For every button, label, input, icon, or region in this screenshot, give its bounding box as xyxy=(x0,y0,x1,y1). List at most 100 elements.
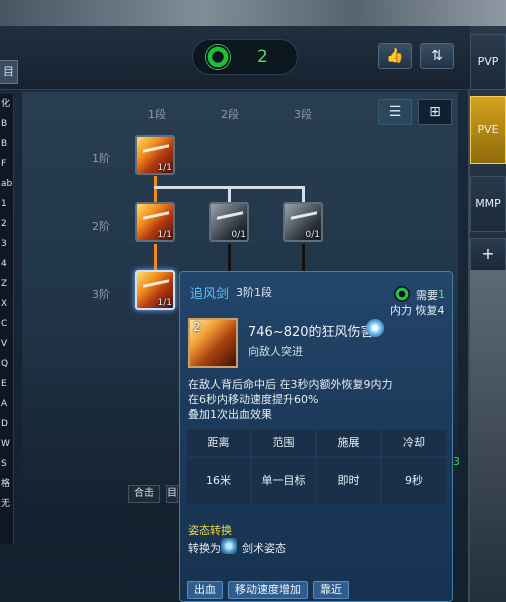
skill-tooltip: 追风剑 3阶1段 需要 1 内力 恢复4 2 746~820的狂风伤害 向敌人突… xyxy=(179,271,453,602)
node-count: 1/1 xyxy=(157,298,172,308)
skill-description: 在敌人背后命中后 在3秒内额外恢复9内力 在6秒内移动速度提升60% 叠加1次出… xyxy=(188,377,393,422)
requirement-label: 需要 xyxy=(416,289,438,302)
keybind-item[interactable]: B xyxy=(0,114,13,134)
keybind-item[interactable]: E xyxy=(0,374,13,394)
keybind-item[interactable]: X xyxy=(0,294,13,314)
column-header-1: 1段 xyxy=(148,108,166,121)
panel-header: 目 2 👍 ⇅ xyxy=(0,26,470,90)
stat-value: 即时 xyxy=(317,458,380,504)
right-scene xyxy=(470,270,506,602)
tab-pvp-label: PVP xyxy=(477,55,499,68)
connector xyxy=(302,244,305,272)
keybind-item[interactable]: Z xyxy=(0,274,13,294)
connector xyxy=(228,244,231,272)
stat-value: 9秒 xyxy=(382,458,446,504)
left-tab-button[interactable]: 目 xyxy=(0,60,18,84)
skill-name: 追风剑 xyxy=(190,287,230,302)
keybind-item[interactable]: Q xyxy=(0,354,13,374)
bottom-button[interactable]: 目 xyxy=(166,485,178,503)
stance-value: 剑术姿态 xyxy=(242,542,286,555)
keybind-item[interactable]: A xyxy=(0,394,13,414)
tab-pve[interactable]: PVE xyxy=(470,96,506,164)
keybind-item[interactable]: 1 xyxy=(0,194,13,214)
node-count: 1/1 xyxy=(157,163,172,173)
stat-header: 施展 xyxy=(317,430,380,456)
keybind-item[interactable]: F xyxy=(0,154,13,174)
row-header-1: 1阶 xyxy=(92,152,110,165)
node-count: 0/1 xyxy=(231,230,246,240)
skill-node-1-1[interactable]: 1/1 xyxy=(135,135,175,175)
blade-icon xyxy=(291,211,317,231)
like-button[interactable]: 👍 xyxy=(378,43,412,69)
skill-node-3-1[interactable]: 1/1 xyxy=(135,270,175,310)
game-screen: 目 2 👍 ⇅ 化 B B Fab 1 2 3 4 Z X C V Q E A D W S 格无 1段 2段 3段 … xyxy=(0,0,506,602)
keybind-list: 化 B B Fab 1 2 3 4 Z X C V Q E A D W S 格无 xyxy=(0,94,14,544)
tab-mmp[interactable]: MMP xyxy=(470,176,506,232)
skill-node-2-3[interactable]: 0/1 xyxy=(283,202,323,242)
keybind-item[interactable]: 格 xyxy=(0,474,13,494)
keybind-item[interactable]: C xyxy=(0,314,13,334)
sort-button[interactable]: ⇅ xyxy=(420,43,454,69)
keybind-item[interactable]: ab xyxy=(0,174,13,194)
keybind-item[interactable]: 化 xyxy=(0,94,13,114)
stat-value: 单一目标 xyxy=(252,458,315,504)
column-header-3: 3段 xyxy=(294,108,312,121)
keybind-item[interactable]: 4 xyxy=(0,254,13,274)
requirement-value: 1 xyxy=(438,288,445,301)
stat-header: 冷却 xyxy=(382,430,446,456)
skill-icon-number: 2 xyxy=(193,320,201,334)
wind-element-icon xyxy=(366,319,384,337)
skill-node-2-2[interactable]: 0/1 xyxy=(209,202,249,242)
column-header-2: 2段 xyxy=(221,108,239,121)
stance-prefix: 转换为 xyxy=(188,542,221,555)
skill-damage: 746~820的狂风伤害 xyxy=(248,325,374,340)
tab-pve-label: PVE xyxy=(477,123,499,136)
stat-header: 距离 xyxy=(187,430,250,456)
keybind-item[interactable]: W xyxy=(0,434,13,454)
connector xyxy=(154,244,157,270)
tag-move-speed[interactable]: 移动速度增加 xyxy=(228,581,308,599)
requirement-icon xyxy=(394,286,410,302)
desc-line: 在敌人背后命中后 在3秒内额外恢复9内力 xyxy=(188,378,393,391)
tab-mmp-label: MMP xyxy=(475,197,501,210)
keybind-item[interactable]: B xyxy=(0,134,13,154)
skill-point-icon xyxy=(205,44,231,70)
row-header-3: 3阶 xyxy=(92,288,110,301)
tab-pvp[interactable]: PVP xyxy=(470,34,506,90)
desc-line: 在6秒内移动速度提升60% xyxy=(188,393,319,406)
node-count: 0/1 xyxy=(305,230,320,240)
tag-bleed[interactable]: 出血 xyxy=(187,581,223,599)
blade-icon xyxy=(217,211,243,231)
skill-point-value: 2 xyxy=(257,47,268,67)
grid-view-button[interactable]: ⊞ xyxy=(418,99,452,125)
connector xyxy=(154,176,157,202)
side-number: 3 xyxy=(453,455,460,468)
stat-value: 16米 xyxy=(187,458,250,504)
blade-icon xyxy=(143,144,169,164)
keybind-item[interactable]: 3 xyxy=(0,234,13,254)
combo-button[interactable]: 合击 xyxy=(128,485,160,503)
node-count: 1/1 xyxy=(157,230,172,240)
background-scene xyxy=(0,0,506,26)
keybind-item[interactable]: S xyxy=(0,454,13,474)
skill-stats-grid: 距离 范围 施展 冷却 16米 单一目标 即时 9秒 xyxy=(187,430,446,506)
list-view-button[interactable]: ☰ xyxy=(378,99,412,125)
sword-stance-icon xyxy=(221,538,237,554)
keybind-item[interactable]: 2 xyxy=(0,214,13,234)
keybind-item[interactable]: V xyxy=(0,334,13,354)
skill-icon: 2 xyxy=(188,318,238,368)
desc-line: 叠加1次出血效果 xyxy=(188,408,272,421)
tag-approach[interactable]: 靠近 xyxy=(313,581,349,599)
skill-node-2-1[interactable]: 1/1 xyxy=(135,202,175,242)
stat-header: 范围 xyxy=(252,430,315,456)
keybind-item[interactable]: 无 xyxy=(0,494,13,514)
blade-icon xyxy=(143,279,169,299)
skill-subtitle: 向敌人突进 xyxy=(248,345,303,358)
skill-level: 3阶1段 xyxy=(236,286,272,299)
add-tab-button[interactable]: + xyxy=(470,238,506,272)
row-header-2: 2阶 xyxy=(92,220,110,233)
blade-icon xyxy=(143,211,169,231)
skill-point-counter: 2 xyxy=(192,39,298,75)
stance-title: 姿态转换 xyxy=(188,524,232,537)
keybind-item[interactable]: D xyxy=(0,414,13,434)
